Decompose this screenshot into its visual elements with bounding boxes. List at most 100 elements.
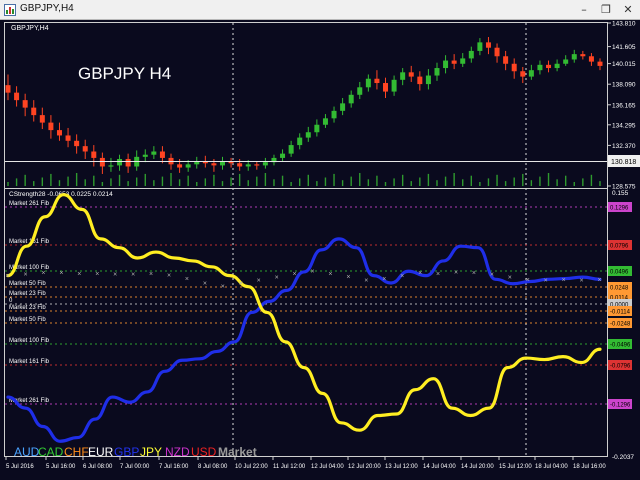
candle-bear	[503, 56, 509, 64]
candle-bull	[443, 60, 449, 69]
candle-bull	[460, 58, 466, 64]
restore-button[interactable]: ❐	[598, 2, 614, 17]
candle-bear	[91, 151, 97, 158]
price-tick-label: 134.295	[612, 122, 636, 129]
legend-cad: CAD	[38, 445, 64, 459]
minimize-button[interactable]: –	[576, 2, 592, 17]
candle-bull	[245, 164, 251, 167]
candle-bull	[314, 124, 320, 133]
market-point: ×	[382, 276, 386, 283]
market-point: ×	[149, 271, 153, 278]
market-point: ×	[221, 283, 225, 290]
candle-bull	[280, 153, 286, 158]
market-point: ×	[472, 270, 476, 277]
candle-bull	[554, 63, 560, 69]
candle-bear	[31, 107, 37, 116]
candle-bear	[177, 164, 183, 168]
market-point: ×	[598, 277, 602, 284]
candle-bear	[580, 54, 586, 57]
chart-area[interactable]: 143.810 141.605 140.015 138.090 136.165 134.2…	[0, 20, 640, 480]
legend-eur: EUR	[88, 445, 114, 459]
candle-bull	[357, 87, 363, 95]
candle-bear	[408, 72, 414, 77]
candle-bear	[511, 63, 517, 72]
market-point: ×	[454, 269, 458, 276]
time-tick-label: 5 Jul 16:00	[46, 464, 76, 470]
candle-bull	[340, 103, 346, 111]
fib-level-value: 0.0496	[610, 270, 629, 276]
candle-bear	[451, 60, 457, 64]
candle-bull	[151, 151, 157, 155]
price-tick-label: 136.165	[612, 102, 636, 109]
candle-bear	[520, 71, 526, 77]
legend-usd: USD	[191, 445, 217, 459]
market-point: ×	[167, 272, 171, 279]
market-point: ×	[23, 272, 27, 279]
candle-bull	[185, 164, 191, 168]
candle-bull	[297, 137, 303, 146]
candle-bull	[537, 64, 543, 71]
fib-level-value: -0.1296	[610, 403, 631, 409]
candle-bull	[288, 145, 294, 154]
price-tick-label: 138.090	[612, 82, 636, 89]
market-point: ×	[293, 271, 297, 278]
market-point: ×	[310, 269, 314, 276]
time-tick-label: 18 Jul 16:00	[573, 464, 606, 470]
market-point: ×	[95, 271, 99, 278]
fib-level-label: Market 23 Fib	[9, 305, 46, 311]
close-button[interactable]: ✕	[620, 2, 636, 17]
candle-bull	[477, 42, 483, 51]
candle-bear	[237, 163, 243, 167]
candle-bull	[117, 158, 123, 166]
market-point: ×	[400, 273, 404, 280]
indicator-scale-top: 0.155	[612, 190, 629, 197]
window-titlebar: GBPJPY,H4 – ❐ ✕	[0, 0, 640, 20]
time-tick-label: 14 Jul 04:00	[423, 464, 456, 470]
candle-bear	[22, 100, 28, 108]
time-tick-label: 7 Jul 16:00	[159, 464, 189, 470]
candle-bull	[571, 54, 577, 60]
candle-bear	[65, 135, 71, 141]
legend-jpy: JPY	[140, 445, 162, 459]
market-point: ×	[41, 270, 45, 277]
candle-bull	[322, 118, 328, 125]
fib-level-value: -0.0248	[610, 322, 631, 328]
candle-bull	[434, 68, 440, 76]
market-point: ×	[275, 275, 279, 282]
candle-bear	[5, 85, 11, 93]
legend-gbp: GBP	[114, 445, 139, 459]
price-tick-label: 132.370	[612, 143, 636, 150]
candle-bear	[588, 56, 594, 62]
fib-level-label: Market 23 Fib	[9, 291, 46, 297]
candle-bull	[331, 110, 337, 119]
legend-aud: AUD	[14, 445, 40, 459]
candle-bull	[391, 79, 397, 92]
market-point: ×	[131, 272, 135, 279]
market-point: ×	[580, 278, 584, 285]
candle-bear	[494, 47, 500, 57]
candle-bear	[48, 122, 54, 131]
time-tick-label: 15 Jul 12:00	[499, 464, 532, 470]
candle-bull	[262, 162, 268, 166]
market-point: ×	[239, 280, 243, 287]
market-point: ×	[346, 274, 350, 281]
legend-nzd: NZD	[165, 445, 190, 459]
indicator-scale-bottom: -0.2037	[612, 454, 634, 461]
fib-level-value: -0.0496	[610, 343, 631, 349]
market-point: ×	[490, 272, 494, 279]
candle-bull	[400, 72, 406, 80]
candle-bull	[305, 132, 311, 138]
market-point: ×	[113, 272, 117, 279]
market-point: ×	[203, 280, 207, 287]
chart-watermark: GBPJPY H4	[78, 64, 171, 83]
candle-bear	[383, 83, 389, 92]
time-tick-label: 6 Jul 08:00	[83, 464, 113, 470]
candle-bear	[125, 158, 131, 167]
candle-bear	[485, 42, 491, 48]
market-point: ×	[257, 278, 261, 285]
price-tick-label: 143.810	[612, 21, 636, 28]
fib-level-value: -0.0796	[610, 364, 631, 370]
fib-level-value: 0.1296	[610, 206, 629, 212]
fib-level-label: Market 261 Fib	[9, 201, 50, 207]
market-point: ×	[6, 273, 10, 280]
